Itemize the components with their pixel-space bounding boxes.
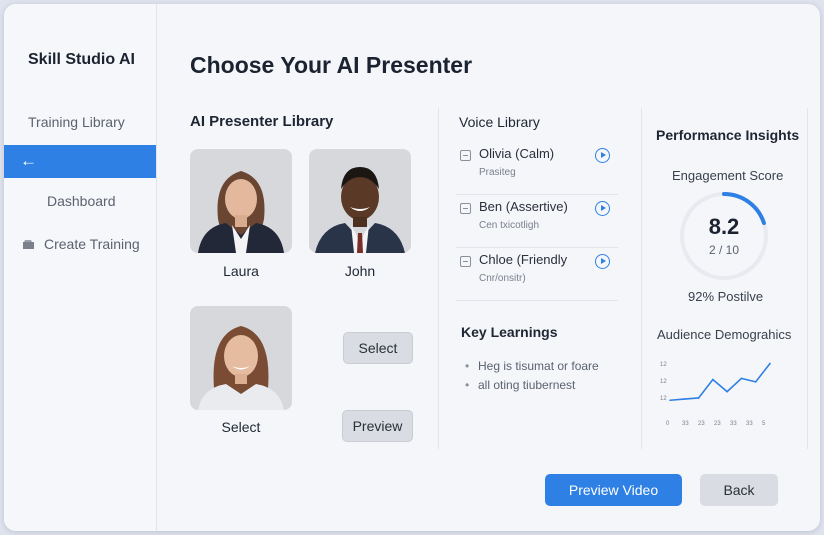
play-icon[interactable] <box>595 201 610 216</box>
page-title: Choose Your AI Presenter <box>190 52 473 78</box>
x-tick-label: 33 <box>682 421 689 426</box>
voice-sub: Prasiteg <box>479 167 516 178</box>
engagement-label: Engagement Score <box>672 168 784 183</box>
presenter-avatar <box>190 306 292 410</box>
presenter-avatar <box>190 149 292 253</box>
presenter-name-laura: Laura <box>223 263 259 279</box>
positive-label: 92% Postilve <box>688 289 764 304</box>
list-item: Heg is tisumat or foare <box>465 359 599 373</box>
voice-checkbox-icon[interactable] <box>460 203 471 214</box>
presenter-name-john: John <box>344 263 376 279</box>
y-tick-label: 12 <box>660 379 667 385</box>
play-icon[interactable] <box>595 148 610 163</box>
preview-video-button[interactable]: Preview Video <box>545 474 682 506</box>
demographics-label: Audience Demograhics <box>657 327 792 342</box>
key-learnings-list: Heg is tisumat or foare all oting tiuber… <box>465 359 599 397</box>
preview-button[interactable]: Preview <box>342 410 413 442</box>
voice-item-chloe[interactable]: Chloe (Friendly Cnr/onsitr) <box>456 248 618 301</box>
engagement-score: 8.2 <box>708 214 740 239</box>
data-point <box>769 362 771 365</box>
y-tick-label: 12 <box>660 362 667 368</box>
data-point <box>697 397 700 399</box>
voice-sub: Cen txicotligh <box>479 220 540 231</box>
data-point <box>740 377 743 380</box>
presenter-card-laura[interactable] <box>190 149 292 253</box>
voice-checkbox-icon[interactable] <box>460 150 471 161</box>
column-divider <box>438 108 439 449</box>
sidebar-item-back[interactable]: ← <box>4 145 156 178</box>
sidebar: Skill Studio AI Training Library ← Dashb… <box>4 4 157 531</box>
sidebar-item-dashboard[interactable]: Dashboard <box>47 193 116 209</box>
x-tick-label: 5 <box>762 421 766 426</box>
folder-icon <box>23 239 34 249</box>
arrow-left-icon: ← <box>20 151 37 170</box>
x-tick-label: 0 <box>666 421 670 426</box>
presenter-avatar <box>309 149 411 253</box>
back-button[interactable]: Back <box>700 474 778 506</box>
presenter-card-john[interactable] <box>309 149 411 253</box>
presenter-name-third: Select <box>221 419 261 435</box>
x-tick-label: 33 <box>746 421 753 426</box>
demographics-chart: 12 12 12 0 33 23 23 33 33 5 <box>660 362 771 426</box>
voice-checkbox-icon[interactable] <box>460 256 471 267</box>
list-item: all oting tiubernest <box>465 378 599 392</box>
play-icon[interactable] <box>595 254 610 269</box>
x-tick-label: 23 <box>698 421 705 426</box>
data-point <box>669 399 671 402</box>
app-title: Skill Studio AI <box>28 51 135 68</box>
column-divider <box>807 108 808 449</box>
insights-title: Performance Insights <box>656 127 800 143</box>
voice-item-olivia[interactable]: Olivia (Calm) Prasiteg <box>456 142 618 195</box>
voice-sub: Cnr/onsitr) <box>479 273 526 284</box>
key-learnings-title: Key Learnings <box>461 324 558 340</box>
presenter-card-third[interactable] <box>190 306 292 410</box>
data-point <box>726 390 728 393</box>
select-button[interactable]: Select <box>343 332 413 364</box>
x-tick-label: 23 <box>714 421 721 426</box>
column-divider <box>641 108 642 449</box>
data-point <box>683 398 686 400</box>
voice-name: Ben (Assertive) <box>479 199 568 214</box>
voice-item-ben[interactable]: Ben (Assertive) Cen txicotligh <box>456 195 618 248</box>
engagement-gauge: 8.2 2 / 10 <box>678 190 770 282</box>
voice-name: Chloe (Friendly <box>479 252 568 267</box>
sidebar-item-create-training[interactable]: Create Training <box>22 236 140 252</box>
app-window: Skill Studio AI Training Library ← Dashb… <box>4 4 820 531</box>
voice-library-title: Voice Library <box>459 114 540 130</box>
engagement-score-sub: 2 / 10 <box>708 243 740 257</box>
x-tick-label: 33 <box>730 421 737 426</box>
presenter-library-title: AI Presenter Library <box>190 113 334 130</box>
data-point <box>712 378 714 381</box>
sidebar-item-training-library[interactable]: Training Library <box>28 114 125 130</box>
data-point <box>754 381 757 383</box>
y-tick-label: 12 <box>660 396 667 402</box>
voice-name: Olivia (Calm) <box>479 146 555 161</box>
sidebar-item-create-label: Create Training <box>44 236 140 252</box>
